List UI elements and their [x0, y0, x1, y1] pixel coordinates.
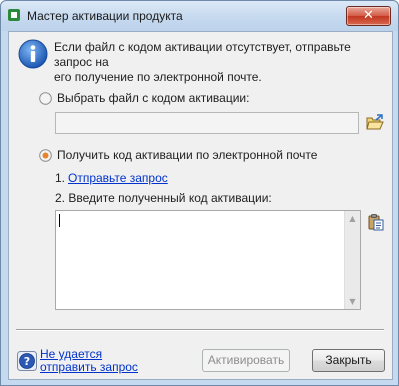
title-bar[interactable]: Мастер активации продукта ✕ [1, 1, 398, 31]
info-message-line2: его получение по электронной почте. [54, 70, 262, 84]
activation-file-path-input[interactable] [55, 112, 359, 134]
info-message: Если файл с кодом активации отсутствует,… [54, 40, 384, 85]
text-caret [59, 214, 60, 227]
cannot-send-request-link[interactable]: Не удается отправить запрос [40, 348, 140, 374]
scroll-up-icon[interactable]: ▲ [345, 211, 360, 226]
radio-email[interactable] [39, 149, 52, 162]
close-button[interactable]: Закрыть [312, 349, 385, 372]
info-message-line1: Если файл с кодом активации отсутствует,… [54, 40, 351, 69]
svg-text:?: ? [24, 355, 30, 368]
activation-code-textarea[interactable]: ▲ ▼ [55, 210, 361, 310]
vertical-scrollbar[interactable]: ▲ ▼ [344, 211, 360, 309]
dialog-body: Если файл с кодом активации отсутствует,… [8, 31, 393, 380]
activate-button[interactable]: Активировать [202, 349, 290, 372]
select-file-label[interactable]: Выбрать файл с кодом активации: [57, 91, 249, 105]
radio-select-file[interactable] [39, 92, 52, 105]
open-folder-icon[interactable] [366, 114, 384, 131]
footer-separator [16, 329, 384, 331]
send-request-link[interactable]: Отправьте запрос [68, 171, 168, 185]
close-window-button[interactable]: ✕ [346, 6, 391, 26]
help-icon[interactable]: ? [17, 351, 37, 371]
activation-wizard-window: Мастер активации продукта ✕ Если файл с … [0, 0, 399, 386]
scroll-down-icon[interactable]: ▼ [345, 294, 360, 309]
close-icon: ✕ [363, 8, 374, 23]
window-title: Мастер активации продукта [27, 9, 183, 23]
paste-icon[interactable] [367, 213, 385, 231]
info-icon [18, 39, 48, 69]
step2-label: 2. Введите полученный код активации: [55, 191, 272, 205]
app-icon [8, 9, 20, 21]
email-option-label[interactable]: Получить код активации по электронной по… [57, 148, 317, 162]
step1-number: 1. [55, 171, 66, 185]
